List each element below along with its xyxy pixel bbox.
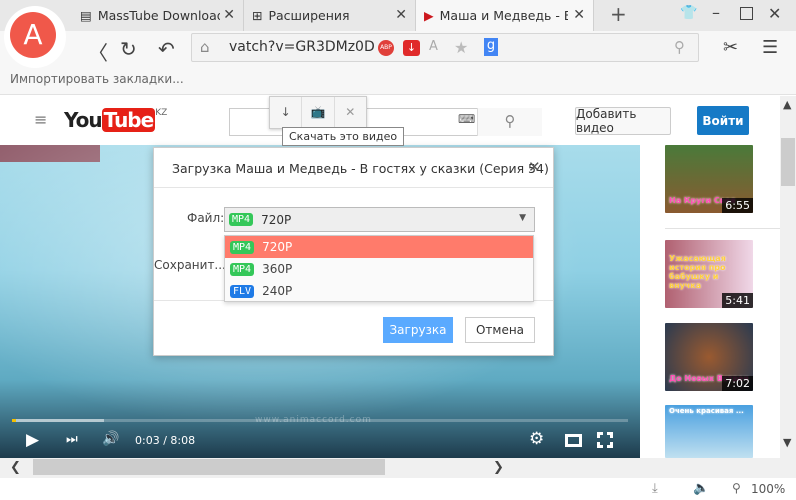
- tab-youtube[interactable]: ▶Маша и Медведь - В гостях у сказки✕: [416, 0, 594, 31]
- close-icon[interactable]: ✕: [335, 97, 366, 128]
- download-button[interactable]: Загрузка: [383, 317, 453, 343]
- translate-icon[interactable]: A: [429, 39, 438, 54]
- file-label: Файл:: [187, 211, 225, 225]
- scroll-right-arrow-icon[interactable]: ❯: [493, 460, 504, 475]
- address-bar[interactable]: ⌂ vatch?v=GR3DMz0D ABP ↓ A ★ g ⚲: [191, 33, 699, 62]
- minimize-button[interactable]: –: [712, 3, 720, 22]
- skin-icon[interactable]: 👕: [680, 5, 697, 21]
- url-text[interactable]: vatch?v=GR3DMz0D: [229, 39, 375, 55]
- related-video[interactable]: Ужасающая история про бабушку и внучка 5:…: [665, 240, 753, 308]
- keyboard-icon[interactable]: ⌨: [458, 112, 475, 126]
- maximize-button[interactable]: [740, 7, 753, 20]
- buffered-bar: [12, 419, 105, 422]
- youtube-logo[interactable]: You Tube KZ: [64, 108, 167, 132]
- scroll-left-icon[interactable]: ❮: [10, 460, 21, 475]
- back-button[interactable]: 〈: [88, 37, 108, 66]
- format-option-mp4-360[interactable]: MP4 360P: [225, 258, 533, 280]
- download-icon[interactable]: ↓: [270, 97, 303, 128]
- star-icon[interactable]: ★: [454, 38, 468, 57]
- download-dialog: Загрузка Маша и Медведь - В гостях у ска…: [153, 147, 554, 356]
- scrollbar-thumb[interactable]: [781, 138, 795, 186]
- close-window-button[interactable]: ✕: [768, 4, 781, 23]
- scissors-icon[interactable]: ✂: [723, 37, 738, 58]
- format-option-flv-240[interactable]: FLV 240P: [225, 280, 533, 302]
- home-icon[interactable]: ⌂: [200, 38, 210, 56]
- format-option-mp4-720[interactable]: MP4 720P: [225, 236, 533, 258]
- search-icon[interactable]: ⚲: [674, 38, 685, 56]
- file-format-select[interactable]: MP4 720P ▼: [224, 207, 535, 232]
- save-label: Сохранит...: [154, 258, 226, 272]
- volume-icon[interactable]: 🔊: [102, 431, 119, 447]
- signin-button[interactable]: Войти: [697, 106, 749, 135]
- close-tab-icon[interactable]: ✕: [223, 7, 235, 23]
- scroll-down-icon[interactable]: ▼: [783, 436, 791, 449]
- format-dropdown-list: MP4 720P MP4 360P FLV 240P: [224, 235, 534, 302]
- mute-icon[interactable]: 🔈: [693, 481, 709, 496]
- search-engine-icon[interactable]: g: [484, 38, 498, 56]
- upload-button[interactable]: Добавить видео: [575, 107, 671, 135]
- youtube-favicon-icon: ▶: [424, 8, 434, 23]
- chevron-down-icon: ▼: [519, 213, 526, 223]
- zoom-icon[interactable]: ⚲: [732, 481, 741, 495]
- reload-button[interactable]: ↻: [120, 37, 137, 61]
- settings-icon[interactable]: ⚙: [529, 429, 544, 449]
- played-bar: [12, 419, 16, 422]
- horizontal-scrollbar[interactable]: ❮ ❯: [0, 458, 796, 478]
- related-video[interactable]: До Новых Встреч 7:02: [665, 323, 753, 391]
- tab-masstube[interactable]: ▤MassTube Downloader✕: [72, 0, 244, 31]
- next-button[interactable]: ⏭: [66, 432, 78, 447]
- vertical-scrollbar[interactable]: ▲ ▼: [780, 96, 796, 458]
- dialog-title: Загрузка Маша и Медведь - В гостях у ска…: [172, 161, 549, 176]
- browser-logo[interactable]: A: [4, 6, 66, 68]
- time-display: 0:03 / 8:08: [135, 434, 196, 447]
- menu-icon[interactable]: ☰: [762, 37, 778, 58]
- related-video[interactable]: Очень красивая ...: [665, 405, 753, 458]
- divider: [154, 187, 553, 188]
- cancel-button[interactable]: Отмена: [465, 317, 535, 343]
- bookmarks-bar: Импортировать закладки...: [0, 65, 796, 95]
- tooltip: Скачать это видео: [282, 127, 405, 146]
- dialog-close-icon[interactable]: ✕: [528, 158, 541, 176]
- adblock-icon[interactable]: ABP: [378, 40, 394, 56]
- scroll-up-icon[interactable]: ▲: [783, 98, 791, 111]
- grid-icon: ⊞: [252, 8, 263, 23]
- tab-bar: ▤MassTube Downloader✕ ⊞Расширения✕ ▶Маша…: [0, 0, 796, 31]
- theater-mode-icon[interactable]: [565, 434, 582, 447]
- youtube-header: ≡ You Tube KZ ⌨ ⚲ Добавить видео Войти ↓…: [0, 96, 780, 146]
- close-tab-icon[interactable]: ✕: [395, 7, 407, 23]
- search-button[interactable]: ⚲: [477, 108, 542, 136]
- import-bookmarks-link[interactable]: Импортировать закладки...: [10, 72, 184, 86]
- scrollbar-thumb[interactable]: [33, 459, 385, 475]
- new-tab-button[interactable]: +: [610, 2, 627, 26]
- tv-icon[interactable]: 📺: [302, 97, 335, 128]
- extension-icon: ▤: [80, 8, 92, 23]
- undo-close-button[interactable]: ↶: [158, 37, 175, 61]
- downloads-icon[interactable]: ⤓: [652, 481, 658, 496]
- download-extension-icon[interactable]: ↓: [403, 40, 420, 56]
- play-button[interactable]: ▶: [26, 430, 39, 450]
- zoom-level[interactable]: 100%: [751, 482, 785, 496]
- tab-extensions[interactable]: ⊞ Расширения ✕: [244, 0, 416, 31]
- guide-menu-icon[interactable]: ≡: [34, 110, 47, 129]
- masstube-toolbar: ↓ 📺 ✕: [269, 96, 367, 129]
- progress-bar[interactable]: [12, 419, 628, 422]
- close-tab-icon[interactable]: ✕: [573, 7, 585, 23]
- status-bar: ⤓ 🔈 ⚲ 100%: [0, 478, 796, 500]
- related-videos: На Круги Своя 6:55 Ужасающая история про …: [640, 145, 780, 458]
- fullscreen-icon[interactable]: [597, 432, 613, 448]
- divider: [665, 228, 780, 229]
- related-video[interactable]: На Круги Своя 6:55: [665, 145, 753, 213]
